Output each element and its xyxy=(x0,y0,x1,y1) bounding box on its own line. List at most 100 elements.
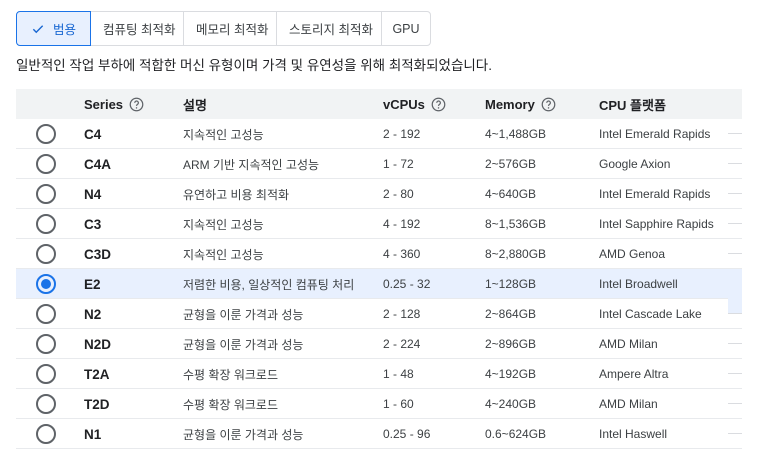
vcpus-range: 4 - 360 xyxy=(383,247,421,261)
vcpus-range: 1 - 48 xyxy=(383,367,414,381)
table-row[interactable]: T2D 수평 확장 워크로드 1 - 60 4~240GB AMD Milan xyxy=(16,389,742,419)
vcpus-range: 2 - 192 xyxy=(383,127,421,141)
memory-range: 2~896GB xyxy=(485,337,537,351)
series-description: 저렴한 비용, 일상적인 컴퓨팅 처리 xyxy=(183,277,355,292)
series-radio[interactable] xyxy=(36,124,56,144)
series-radio[interactable] xyxy=(36,364,56,384)
table-row[interactable]: C4 지속적인 고성능 2 - 192 4~1,488GB Intel Emerald … xyxy=(16,119,742,149)
series-name: E2 xyxy=(84,276,101,292)
series-description: 균형을 이룬 가격과 성능 xyxy=(183,427,304,442)
scrollbar-track-mark xyxy=(728,403,742,404)
tab-memory-optimized[interactable]: 메모리 최적화 xyxy=(183,11,277,46)
header-label: CPU 플랫폼 xyxy=(599,97,666,113)
series-radio[interactable] xyxy=(36,424,56,444)
table-row[interactable]: C3 지속적인 고성능 4 - 192 8~1,536GB Intel Sapphire… xyxy=(16,209,742,239)
scrollbar-track-mark xyxy=(728,343,742,344)
memory-range: 4~192GB xyxy=(485,367,537,381)
cpu-platform: Intel Haswell xyxy=(599,427,668,441)
help-icon[interactable] xyxy=(129,97,144,112)
vcpus-range: 1 - 60 xyxy=(383,397,414,411)
header-label: 설명 xyxy=(183,97,207,113)
memory-range: 1~128GB xyxy=(485,277,537,291)
tab-storage-optimized[interactable]: 스토리지 최적화 xyxy=(276,11,382,46)
memory-range: 8~1,536GB xyxy=(485,217,547,231)
series-radio[interactable] xyxy=(36,244,56,264)
scrollbar-track-mark xyxy=(728,163,742,164)
table-row[interactable]: C3D 지속적인 고성능 4 - 360 8~2,880GB AMD Genoa xyxy=(16,239,742,269)
help-icon[interactable] xyxy=(541,97,556,112)
family-description: 일반적인 작업 부하에 적합한 머신 유형이며 가격 및 유연성을 위해 최적화… xyxy=(16,58,492,73)
tab-compute-optimized[interactable]: 컴퓨팅 최적화 xyxy=(90,11,184,46)
series-description: 균형을 이룬 가격과 성능 xyxy=(183,307,304,322)
tab-label: GPU xyxy=(392,21,420,36)
series-description: 수평 확장 워크로드 xyxy=(183,367,278,382)
memory-range: 4~640GB xyxy=(485,187,537,201)
memory-range: 0.6~624GB xyxy=(485,427,547,441)
series-name: T2A xyxy=(84,366,110,382)
header-vcpus: vCPUs xyxy=(383,89,446,119)
table-row[interactable]: C4A ARM 기반 지속적인 고성능 1 - 72 2~576GB Google Ax… xyxy=(16,149,742,179)
vcpus-range: 0.25 - 96 xyxy=(383,427,431,441)
header-label: Series xyxy=(84,96,124,112)
series-radio[interactable] xyxy=(36,274,56,294)
series-name: C4 xyxy=(84,126,102,142)
series-radio[interactable] xyxy=(36,154,56,174)
memory-range: 4~1,488GB xyxy=(485,127,547,141)
series-radio[interactable] xyxy=(36,214,56,234)
scrollbar-track-mark xyxy=(728,223,742,224)
vcpus-range: 1 - 72 xyxy=(383,157,414,171)
header-label: vCPUs xyxy=(383,96,425,112)
table-body: C4 지속적인 고성능 2 - 192 4~1,488GB Intel Emerald … xyxy=(16,119,742,449)
table-row[interactable]: N4 유연하고 비용 최적화 2 - 80 4~640GB Intel Emerald … xyxy=(16,179,742,209)
scrollbar-track-mark xyxy=(728,133,742,134)
cpu-platform: Google Axion xyxy=(599,157,671,171)
scrollbar-track-mark xyxy=(728,373,742,374)
cpu-platform: AMD Milan xyxy=(599,397,658,411)
check-icon xyxy=(32,24,44,33)
series-description: 지속적인 고성능 xyxy=(183,217,264,232)
series-name: C3 xyxy=(84,216,102,232)
series-radio[interactable] xyxy=(36,184,56,204)
series-name: T2D xyxy=(84,396,110,412)
memory-range: 2~576GB xyxy=(485,157,537,171)
vcpus-range: 0.25 - 32 xyxy=(383,277,431,291)
memory-range: 2~864GB xyxy=(485,307,537,321)
table-row[interactable]: E2 저렴한 비용, 일상적인 컴퓨팅 처리 0.25 - 32 1~128GB Int… xyxy=(16,269,742,299)
vcpus-range: 2 - 80 xyxy=(383,187,414,201)
vcpus-range: 2 - 224 xyxy=(383,337,421,351)
series-description: 지속적인 고성능 xyxy=(183,247,264,262)
cpu-platform: Ampere Altra xyxy=(599,367,669,381)
cpu-platform: Intel Cascade Lake xyxy=(599,307,702,321)
series-radio[interactable] xyxy=(36,334,56,354)
cpu-platform: Intel Broadwell xyxy=(599,277,678,291)
table-header: Series 설명 vCPUs Memory CPU 플랫폼 xyxy=(16,89,742,119)
tab-label: 스토리지 최적화 xyxy=(289,23,373,37)
series-name: C3D xyxy=(84,246,112,262)
tab-label: 메모리 최적화 xyxy=(196,23,269,37)
header-description: 설명 xyxy=(183,89,207,119)
header-label: Memory xyxy=(485,96,535,112)
series-name: N2D xyxy=(84,336,112,352)
vcpus-range: 4 - 192 xyxy=(383,217,421,231)
series-radio[interactable] xyxy=(36,304,56,324)
table-row[interactable]: T2A 수평 확장 워크로드 1 - 48 4~192GB Ampere Altra xyxy=(16,359,742,389)
help-icon[interactable] xyxy=(431,97,446,112)
scrollbar-track-mark xyxy=(728,193,742,194)
header-cpu-platform: CPU 플랫폼 xyxy=(599,89,666,119)
memory-range: 4~240GB xyxy=(485,397,537,411)
cpu-platform: Intel Sapphire Rapids xyxy=(599,217,714,231)
series-radio[interactable] xyxy=(36,394,56,414)
table-row[interactable]: N2D 균형을 이룬 가격과 성능 2 - 224 2~896GB AMD Milan xyxy=(16,329,742,359)
tab-general-purpose[interactable]: 범용 xyxy=(16,11,91,46)
cpu-platform: AMD Genoa xyxy=(599,247,666,261)
series-name: N2 xyxy=(84,306,102,322)
series-description: 유연하고 비용 최적화 xyxy=(183,187,290,202)
table-row[interactable]: N2 균형을 이룬 가격과 성능 2 - 128 2~864GB Intel Casca… xyxy=(16,299,742,329)
table-row[interactable]: N1 균형을 이룬 가격과 성능 0.25 - 96 0.6~624GB Intel H… xyxy=(16,419,742,449)
header-memory: Memory xyxy=(485,89,556,119)
machine-family-tabs: 범용 컴퓨팅 최적화 메모리 최적화 스토리지 최적화 GPU xyxy=(16,11,431,46)
scrollbar-track-mark xyxy=(728,253,742,254)
tab-gpu[interactable]: GPU xyxy=(381,11,431,46)
machine-series-table: Series 설명 vCPUs Memory CPU 플랫폼 C4 지속적인 고성… xyxy=(16,89,742,449)
scrollbar-thumb[interactable] xyxy=(728,270,742,313)
